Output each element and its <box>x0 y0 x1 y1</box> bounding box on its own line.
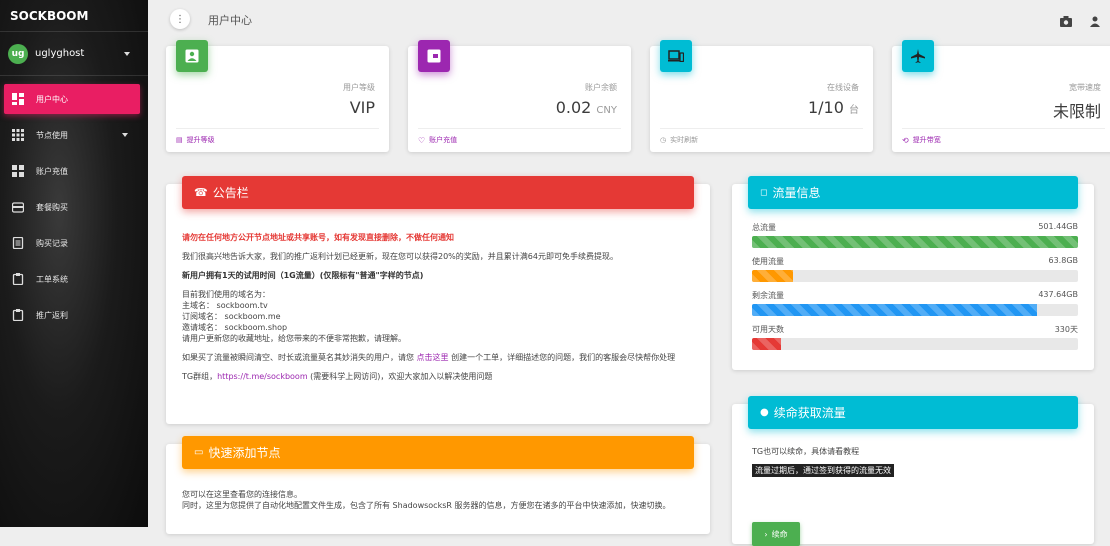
stat-value: 1/10 台 <box>807 98 859 117</box>
stat-value: VIP <box>349 98 375 117</box>
sidebar: SOCKBOOM ug uglyghost 用户中心 节点使用 账户充值 套餐购… <box>0 0 148 527</box>
ticket-icon <box>12 273 24 285</box>
chevron-down-icon <box>124 51 130 56</box>
traffic-row-days: 可用天数 330天 <box>752 324 1078 350</box>
stat-label: 用户等级 <box>343 83 375 92</box>
stat-label: 账户余额 <box>585 83 617 92</box>
stat-label: 宽带速度 <box>1069 83 1101 92</box>
progress-fill <box>752 270 794 282</box>
chevron-right-icon: › <box>764 529 768 539</box>
quick-add-header: ▭ 快速添加节点 <box>182 436 694 469</box>
quick-add-text: 您可以在这里查看您的连接信息。 <box>182 490 302 499</box>
devices-icon: ▭ <box>194 447 204 458</box>
traffic-panel: ◻ 流量信息 总流量 501.44GB 使用流量 63.8GB 剩余流量 437.64… <box>732 176 1094 370</box>
user-menu[interactable]: ug uglyghost <box>0 32 148 76</box>
sidebar-item-user-center[interactable]: 用户中心 <box>4 84 140 114</box>
sidebar-item-node-usage[interactable]: 节点使用 <box>4 120 140 150</box>
menu-toggle-button[interactable]: ⋮ <box>170 9 190 29</box>
share-icon <box>12 309 24 321</box>
phone-icon: ☎ <box>194 186 208 199</box>
person-icon[interactable] <box>1090 12 1100 31</box>
page-title: 用户中心 <box>208 14 252 27</box>
clock-icon: ◷ <box>660 136 667 144</box>
wallet-icon <box>12 165 24 177</box>
devices-icon <box>660 40 692 72</box>
camera-icon[interactable] <box>1060 12 1072 31</box>
quick-add-panel: ▭ 快速添加节点 您可以在这里查看您的连接信息。 同时，这里为您提供了自动化地配… <box>166 436 710 534</box>
progress-bar <box>752 304 1078 316</box>
progress-fill <box>752 338 782 350</box>
notice-referral-update: 我们很高兴地告诉大家，我们的推广返利计划已经更新，现在您可以获得20%的奖励，并… <box>182 252 618 261</box>
realtime-refresh: ◷ 实时刷新 <box>660 128 863 145</box>
sidebar-item-label: 用户中心 <box>36 94 68 104</box>
bookmark-icon: ◻ <box>760 187 768 198</box>
account-box-icon <box>176 40 208 72</box>
chevron-down-icon <box>122 133 128 137</box>
receipt-icon <box>12 237 24 249</box>
notice-trial: 新用户拥有1天的试用时间（1G流量）(仅限标有"普通"字样的节点) <box>182 271 424 280</box>
heart-icon: ♡ <box>418 135 426 145</box>
top-bar: ⋮ 用户中心 <box>148 0 1110 38</box>
stat-card-balance: 账户余额 0.02 CNY ♡ 账户充值 <box>408 40 631 152</box>
click-here-link[interactable]: 点击这里 <box>417 353 449 362</box>
username: uglyghost <box>35 48 85 59</box>
renew-text: TG也可以续命，具体请看教程 <box>752 447 860 456</box>
avatar: ug <box>8 43 28 64</box>
shop-icon <box>12 201 24 213</box>
sidebar-item-purchase-history[interactable]: 购买记录 <box>4 228 140 258</box>
renew-panel: ● 续命获取流量 TG也可以续命，具体请看教程 流量过期后，通过签到获得的流量无… <box>732 396 1094 546</box>
progress-bar <box>752 236 1078 248</box>
stat-value: 未限制 <box>1052 102 1101 121</box>
notice-panel: ☎ 公告栏 请勿在任何地方公开节点地址或共享账号，如有发现直接删除，不做任何通知… <box>166 176 710 424</box>
recharge-link[interactable]: ♡ 账户充值 <box>418 128 621 145</box>
traffic-row-remaining: 剩余流量 437.64GB <box>752 290 1078 316</box>
progress-bar <box>752 338 1078 350</box>
quick-add-description: 同时，这里为您提供了自动化地配置文件生成，包含了所有 ShadowsocksR … <box>182 501 671 510</box>
sidebar-item-referral[interactable]: 推广返利 <box>4 300 140 330</box>
renew-highlight: 流量过期后，通过签到获得的流量无效 <box>752 464 894 477</box>
sidebar-item-label: 推广返利 <box>36 310 68 320</box>
grid-icon <box>12 129 24 141</box>
sidebar-item-label: 购买记录 <box>36 238 68 248</box>
refresh-icon: ⟲ <box>902 135 909 145</box>
stat-value: 0.02 CNY <box>555 98 617 117</box>
sidebar-item-label: 工单系统 <box>36 274 68 284</box>
renew-button[interactable]: › 续命 <box>752 522 800 546</box>
notice-domains: 目前我们使用的域名为： 主域名： sockboom.tv 订阅域名： sockb… <box>182 290 406 343</box>
traffic-row-total: 总流量 501.44GB <box>752 222 1078 248</box>
progress-fill <box>752 236 1078 248</box>
stat-card-user-level: 用户等级 VIP ▤ 提升等级 <box>166 40 389 152</box>
list-icon: ▤ <box>176 136 183 144</box>
stat-label: 在线设备 <box>827 83 859 92</box>
notice-ticket: 如果买了流量被瞬间清空、时长或流量莫名其妙消失的用户，请您 点击这里 创建一个工… <box>182 353 676 362</box>
traffic-row-used: 使用流量 63.8GB <box>752 256 1078 282</box>
upgrade-level-link[interactable]: ▤ 提升等级 <box>176 128 379 145</box>
progress-bar <box>752 270 1078 282</box>
sidebar-item-label: 套餐购买 <box>36 202 68 212</box>
brand-logo[interactable]: SOCKBOOM <box>0 0 148 32</box>
notice-header: ☎ 公告栏 <box>182 176 694 209</box>
sidebar-item-label: 节点使用 <box>36 130 68 140</box>
info-icon: ● <box>760 407 769 418</box>
progress-fill <box>752 304 1037 316</box>
notice-telegram: TG群组，https://t.me/sockboom (需要科学上网访问)，欢迎… <box>182 372 493 381</box>
sidebar-item-shop[interactable]: 套餐购买 <box>4 192 140 222</box>
renew-header: ● 续命获取流量 <box>748 396 1078 429</box>
airplane-icon <box>902 40 934 72</box>
traffic-header: ◻ 流量信息 <box>748 176 1078 209</box>
upgrade-bandwidth-link[interactable]: ⟲ 提升带宽 <box>902 128 1105 145</box>
sidebar-item-tickets[interactable]: 工单系统 <box>4 264 140 294</box>
dashboard-icon <box>12 93 24 105</box>
telegram-group-link[interactable]: https://t.me/sockboom <box>217 372 308 381</box>
sidebar-item-label: 账户充值 <box>36 166 68 176</box>
sidebar-item-recharge[interactable]: 账户充值 <box>4 156 140 186</box>
notice-warning: 请勿在任何地方公开节点地址或共享账号，如有发现直接删除，不做任何通知 <box>182 233 454 242</box>
stat-card-bandwidth: 宽带速度 未限制 ⟲ 提升带宽 <box>892 40 1110 152</box>
stat-card-online-devices: 在线设备 1/10 台 ◷ 实时刷新 <box>650 40 873 152</box>
wallet-icon <box>418 40 450 72</box>
